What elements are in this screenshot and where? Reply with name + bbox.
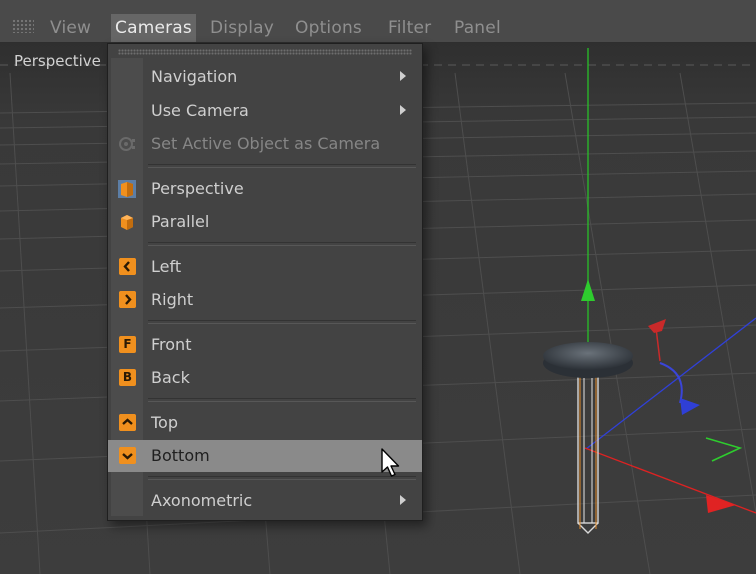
viewport-menubar: View Cameras Display Options Filter Pane…	[0, 0, 756, 43]
menu-cameras[interactable]: Cameras	[111, 14, 196, 42]
drag-grip-icon[interactable]	[12, 19, 34, 33]
left-view-icon	[119, 258, 136, 275]
menu-item-left[interactable]: Left	[108, 251, 422, 283]
menu-separator	[148, 164, 416, 168]
back-view-icon: B	[119, 369, 136, 386]
menu-item-label: Axonometric	[151, 491, 253, 510]
menu-item-bottom[interactable]: Bottom	[108, 440, 422, 472]
menu-separator	[148, 476, 416, 480]
menu-item-label: Parallel	[151, 212, 210, 231]
menu-item-label: Back	[151, 368, 190, 387]
menu-separator	[148, 320, 416, 324]
menu-item-label: Bottom	[151, 446, 210, 465]
menu-item-label: Right	[151, 290, 194, 309]
camera-object-icon	[119, 137, 135, 151]
cameras-dropdown-menu: Navigation Use Camera Set Active Object …	[107, 43, 423, 521]
perspective-cube-icon	[118, 180, 136, 198]
tear-off-handle[interactable]	[118, 49, 412, 55]
menu-item-front[interactable]: F Front	[108, 329, 422, 361]
menu-item-right[interactable]: Right	[108, 284, 422, 316]
menu-separator	[148, 242, 416, 246]
front-view-icon: F	[119, 336, 136, 353]
submenu-arrow-icon	[400, 105, 406, 115]
viewport-label: Perspective	[14, 52, 101, 70]
menu-item-parallel[interactable]: Parallel	[108, 206, 422, 238]
submenu-arrow-icon	[400, 495, 406, 505]
mouse-pointer-icon	[381, 448, 400, 477]
menu-view[interactable]: View	[50, 18, 91, 38]
menu-panel[interactable]: Panel	[454, 18, 501, 38]
menu-item-axonometric[interactable]: Axonometric	[108, 485, 422, 517]
menu-item-label: Front	[151, 335, 192, 354]
menu-separator	[148, 398, 416, 402]
menu-item-top[interactable]: Top	[108, 407, 422, 439]
menu-item-label: Top	[151, 413, 178, 432]
bottom-view-icon	[119, 447, 136, 464]
menu-item-navigation[interactable]: Navigation	[108, 61, 422, 93]
menu-item-perspective[interactable]: Perspective	[108, 173, 422, 205]
right-view-icon	[119, 291, 136, 308]
menu-item-label: Left	[151, 257, 182, 276]
menu-filter[interactable]: Filter	[388, 18, 431, 38]
top-view-icon	[119, 414, 136, 431]
disk-object[interactable]	[543, 342, 633, 370]
menu-item-label: Use Camera	[151, 101, 249, 120]
parallel-cube-icon	[121, 215, 133, 230]
menu-item-back[interactable]: B Back	[108, 362, 422, 394]
menu-options[interactable]: Options	[295, 18, 362, 38]
menu-item-label: Set Active Object as Camera	[151, 134, 381, 153]
menu-item-label: Navigation	[151, 67, 238, 86]
submenu-arrow-icon	[400, 71, 406, 81]
menu-display[interactable]: Display	[210, 18, 274, 38]
cinema4d-viewport-window: View Cameras Display Options Filter Pane…	[0, 0, 756, 574]
menu-item-set-active-object-as-camera: Set Active Object as Camera	[108, 128, 422, 160]
menu-item-label: Perspective	[151, 179, 244, 198]
menu-item-use-camera[interactable]: Use Camera	[108, 95, 422, 127]
